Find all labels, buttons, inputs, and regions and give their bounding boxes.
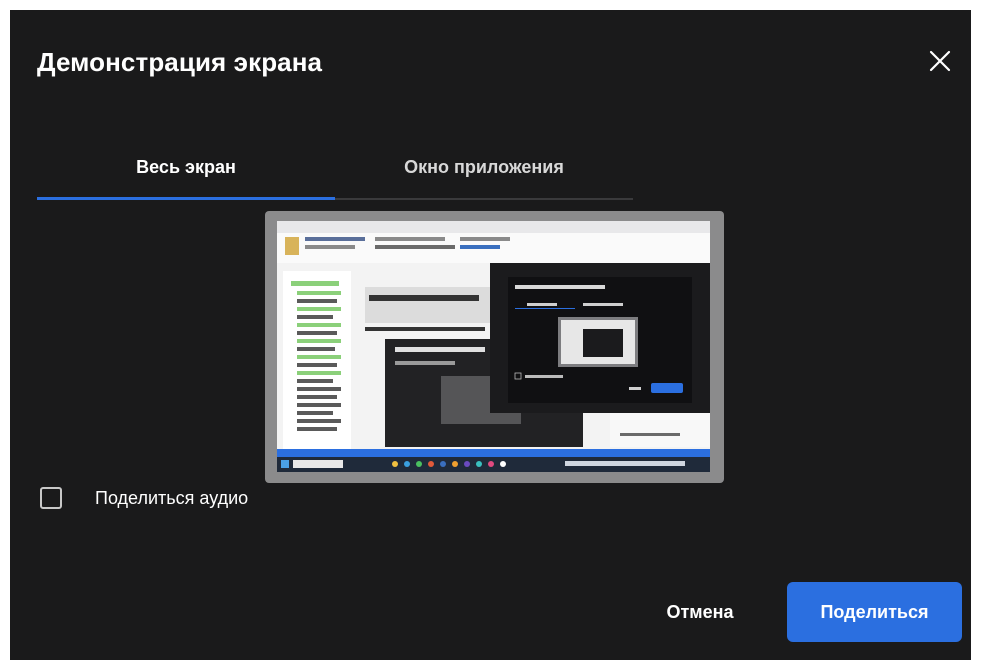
tab-application-window[interactable]: Окно приложения — [335, 138, 633, 196]
tab-entire-screen[interactable]: Весь экран — [37, 138, 335, 196]
share-screen-dialog: Демонстрация экрана Весь экран Окно прил… — [10, 10, 971, 660]
share-audio-label: Поделиться аудио — [95, 487, 249, 508]
source-tabs: Весь экран Окно приложения — [37, 138, 633, 200]
active-tab-indicator — [37, 197, 335, 200]
cancel-button[interactable]: Отмена — [650, 592, 750, 632]
close-icon — [929, 50, 951, 72]
share-audio-checkbox[interactable] — [40, 487, 62, 509]
share-audio-option[interactable]: Поделиться аудио — [40, 487, 248, 509]
share-button[interactable]: Поделиться — [787, 582, 962, 642]
screen-preview-thumbnail — [277, 221, 710, 472]
screen-preview[interactable] — [265, 211, 724, 483]
dialog-title: Демонстрация экрана — [37, 47, 323, 77]
close-button[interactable] — [927, 48, 953, 74]
